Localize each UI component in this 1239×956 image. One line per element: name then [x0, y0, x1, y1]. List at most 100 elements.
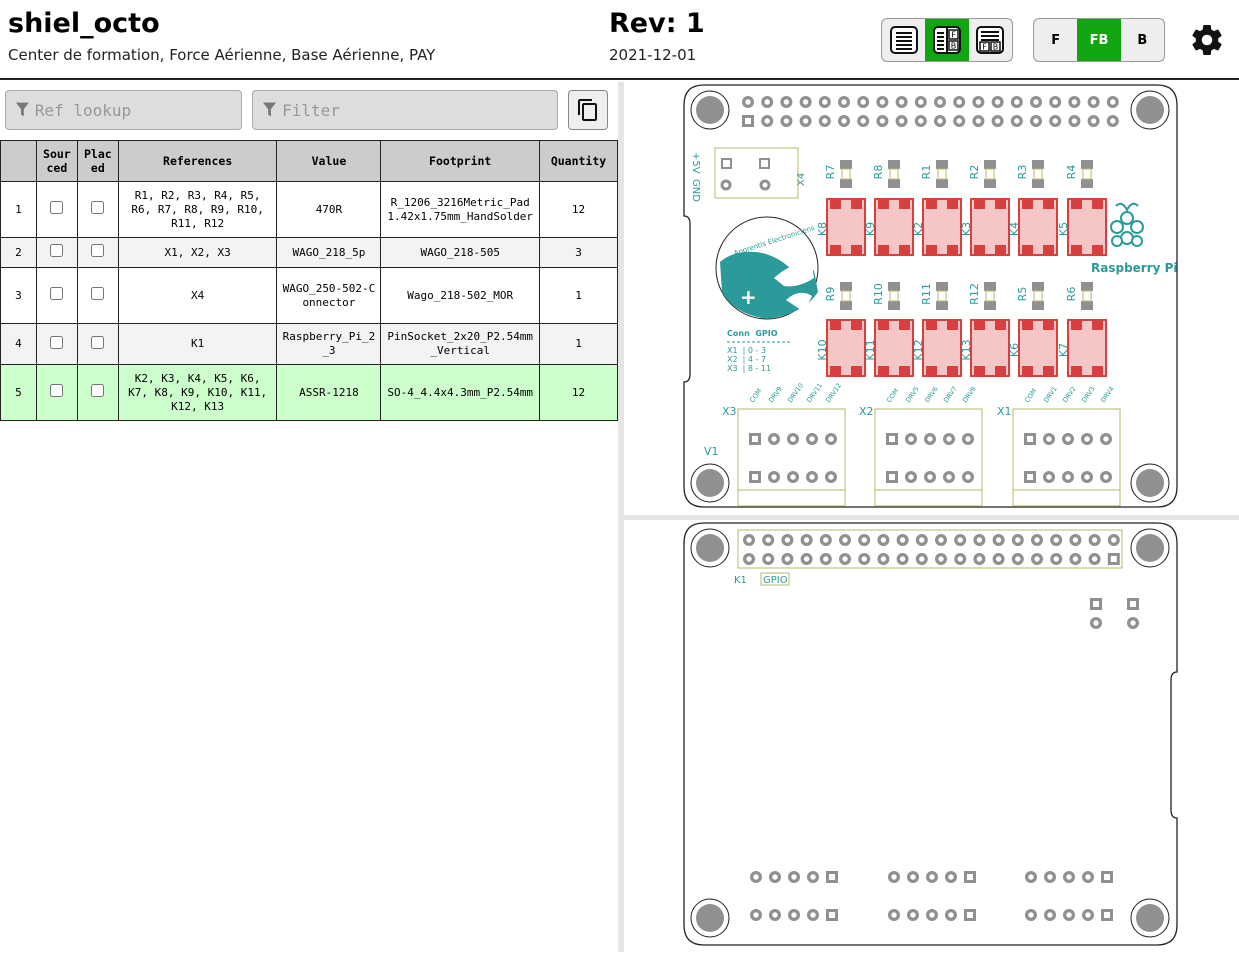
- row-references: X1, X2, X3: [117, 237, 278, 268]
- resistor-label: R11: [920, 283, 933, 305]
- settings-button[interactable]: [1189, 22, 1225, 58]
- relay-pad: [974, 245, 985, 254]
- pad-hole: [1033, 99, 1039, 105]
- resistor-pad: [840, 301, 852, 310]
- relay-label: K9: [864, 222, 877, 236]
- pcb-back-view[interactable]: K1 GPIO: [624, 520, 1239, 952]
- pad-hole: [1111, 537, 1117, 543]
- gpio-table-row: X2 | 4 - 7: [727, 355, 766, 364]
- side-toggle-group: F FB B: [1033, 18, 1165, 62]
- back-only-button[interactable]: B: [1121, 19, 1164, 61]
- placed-checkbox[interactable]: [91, 287, 105, 300]
- relay-pad: [947, 366, 958, 375]
- sourced-checkbox[interactable]: [50, 287, 64, 300]
- pad-hole: [790, 474, 796, 480]
- pad-hole: [946, 474, 952, 480]
- sourced-checkbox[interactable]: [50, 201, 64, 214]
- table-row[interactable]: 4 K1 Raspberry_Pi_2_3 PinSocket_2x20_P2.…: [0, 323, 618, 365]
- relay-pad: [1043, 366, 1054, 375]
- pad-hole: [1053, 556, 1059, 562]
- pcb-back-canvas[interactable]: K1 GPIO: [624, 520, 1239, 952]
- placed-cell: [76, 364, 119, 421]
- gpio-table-row: X3 | 8 - 11: [727, 364, 771, 373]
- sourced-cell: [35, 237, 78, 268]
- table-row-highlighted[interactable]: 5 K2, K3, K4, K5, K6, K7, K8, K9, K10, K…: [0, 364, 618, 421]
- front-only-button[interactable]: F: [1034, 19, 1077, 61]
- pad-hole: [772, 874, 778, 880]
- row-value: Raspberry_Pi_2_3: [276, 323, 382, 365]
- bom-only-button[interactable]: [882, 19, 925, 61]
- pad-hole: [995, 556, 1002, 562]
- placed-checkbox[interactable]: [91, 384, 105, 397]
- sourced-checkbox[interactable]: [50, 244, 64, 257]
- col-placed-header[interactable]: Plac ed: [76, 140, 119, 182]
- relay-pad: [1071, 321, 1082, 330]
- col-references-header[interactable]: References: [117, 140, 278, 182]
- col-value-header[interactable]: Value: [276, 140, 382, 182]
- pad-hole: [976, 537, 983, 543]
- placed-checkbox[interactable]: [91, 335, 105, 349]
- col-sourced-header[interactable]: Sour ced: [35, 140, 78, 182]
- ref-lookup-input[interactable]: [34, 100, 241, 120]
- row-quantity: 12: [539, 364, 618, 421]
- filter-input[interactable]: [282, 100, 557, 120]
- pad-hole: [1052, 118, 1058, 124]
- pad-hole: [1110, 118, 1116, 124]
- table-row[interactable]: 2 X1, X2, X3 WAGO_218_5p WAGO_218-505 3: [0, 237, 618, 268]
- v1-label: V1: [704, 445, 719, 458]
- table-row[interactable]: 1 R1, R2, R3, R4, R5, R6, R7, R8, R9, R1…: [0, 181, 618, 238]
- pad-hole: [898, 99, 905, 105]
- resistor-pad: [840, 282, 852, 291]
- pad-hole: [784, 537, 791, 543]
- resistor-pad: [936, 179, 948, 188]
- pad-hole: [1027, 436, 1033, 442]
- svg-text:+: +: [740, 285, 757, 309]
- bom-only-icon: [889, 26, 918, 54]
- row-value: WAGO_250-502-Connector: [276, 267, 382, 324]
- bom-top-button[interactable]: F B: [969, 19, 1012, 61]
- pad-hole: [1085, 874, 1091, 880]
- top-bar: shiel_octo Center de formation, Force Aé…: [0, 0, 1239, 80]
- relay-label: K6: [1008, 343, 1021, 357]
- pad-hole: [791, 874, 797, 880]
- pad-hole: [1103, 474, 1109, 480]
- resistor-pad: [888, 160, 900, 169]
- row-quantity: 12: [539, 181, 618, 238]
- row-footprint: PinSocket_2x20_P2.54mm_Vertical: [380, 323, 541, 365]
- pad-hole: [1015, 537, 1021, 543]
- table-row[interactable]: 3 X4 WAGO_250-502-Connector Wago_218-502…: [0, 267, 618, 324]
- placed-cell: [76, 267, 119, 324]
- bom-left-button[interactable]: F B: [925, 19, 969, 61]
- pad-hole: [1027, 474, 1033, 480]
- gpio-table-head: Conn GPIO: [727, 329, 778, 338]
- svg-text:F: F: [951, 31, 956, 40]
- relay-label: K5: [1057, 222, 1070, 236]
- relay-pad: [830, 366, 841, 375]
- relay-pad: [995, 366, 1006, 375]
- sourced-checkbox[interactable]: [50, 335, 64, 349]
- pad-hole: [861, 556, 867, 562]
- pad-hole: [908, 474, 914, 480]
- ref-lookup-box: [5, 90, 242, 130]
- col-footprint-header[interactable]: Footprint: [380, 140, 541, 182]
- pad-hole: [791, 912, 797, 918]
- resistor-label: R2: [968, 165, 981, 180]
- pad-hole: [1110, 99, 1116, 105]
- pad-hole: [1015, 556, 1021, 562]
- gnd-label: GND: [690, 179, 701, 202]
- pad-hole: [802, 99, 809, 105]
- col-quantity-header[interactable]: Quantity: [539, 140, 618, 182]
- pad-hole: [891, 912, 897, 918]
- front-back-button[interactable]: FB: [1077, 19, 1121, 61]
- pad-hole: [809, 436, 815, 442]
- placed-checkbox[interactable]: [91, 201, 105, 214]
- sourced-checkbox[interactable]: [50, 384, 64, 397]
- pad-hole: [1034, 537, 1040, 543]
- raspberry-pi-text: Raspberry Pi: [1091, 261, 1178, 275]
- copy-button[interactable]: [568, 90, 608, 130]
- placed-checkbox[interactable]: [91, 244, 105, 257]
- pcb-front-canvas[interactable]: +5V GND X4 R7 R8 R1 R2 R3 R4 K8 K9 K2 K3 K4 K5 R9 R10…: [624, 82, 1239, 515]
- pcb-front-view[interactable]: +5V GND X4 R7 R8 R1 R2 R3 R4 K8 K9 K2 K3 K4 K5 R9 R10…: [624, 82, 1239, 515]
- row-quantity: 1: [539, 323, 618, 365]
- pad-hole: [994, 99, 1001, 105]
